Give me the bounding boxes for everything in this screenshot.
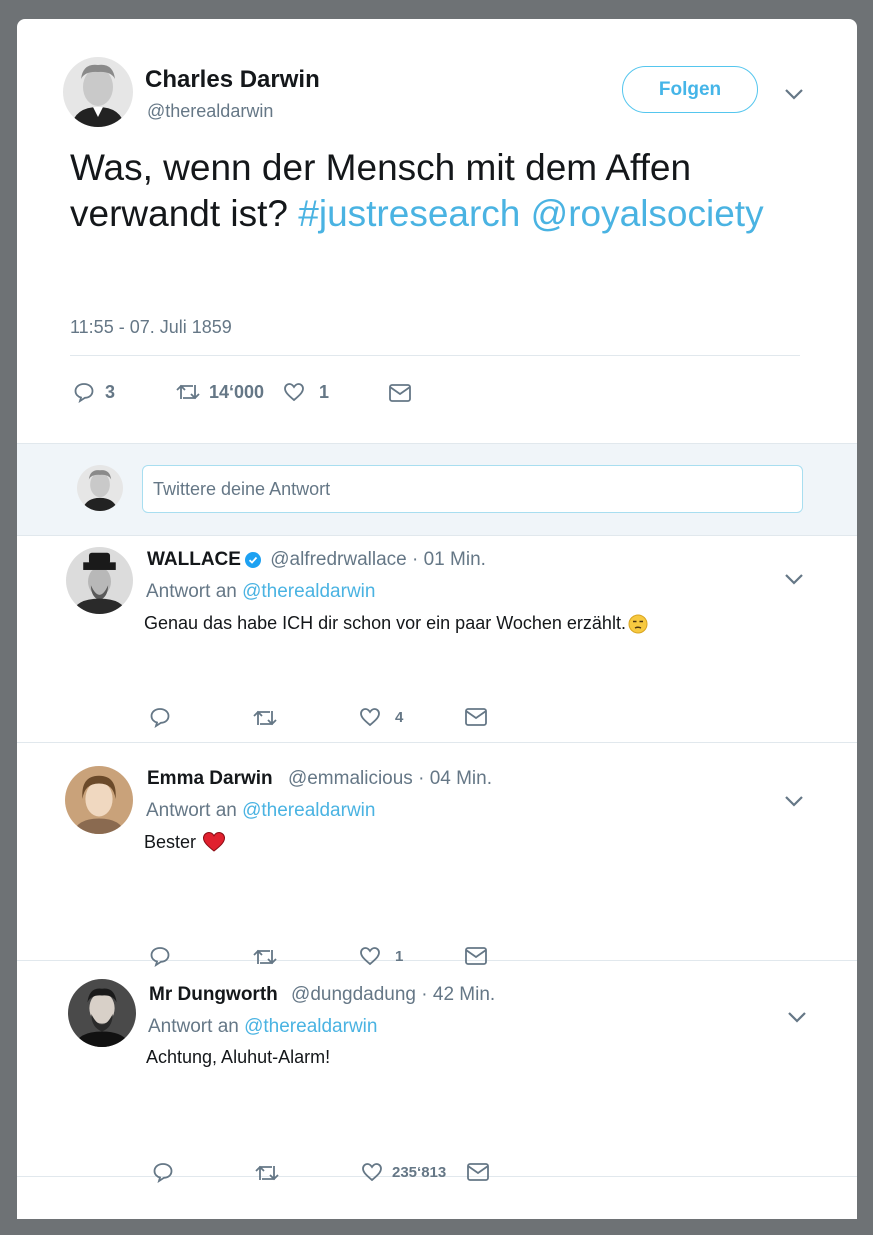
chevron-down-icon[interactable]: [786, 1010, 808, 1024]
message-action[interactable]: [464, 707, 488, 727]
reply-to-line: Antwort an @therealdarwin: [146, 581, 375, 603]
reply-action[interactable]: [149, 706, 171, 728]
author-name[interactable]: Charles Darwin: [145, 66, 320, 94]
chevron-down-icon[interactable]: [783, 87, 805, 101]
reply-input[interactable]: Twittere deine Antwort: [142, 465, 803, 513]
author-avatar[interactable]: [63, 57, 133, 127]
reply-text: Bester: [144, 831, 226, 853]
reply-text: Achtung, Aluhut-Alarm!: [146, 1047, 330, 1068]
verified-badge-icon: [244, 551, 261, 568]
reply-composer: Twittere deine Antwort: [17, 443, 857, 536]
reply-to-label: Antwort an: [148, 1016, 239, 1037]
reply-header: Emma Darwin @emmalicious · 04 Min.: [147, 768, 492, 790]
tweet-card: Charles Darwin @therealdarwin Folgen Was…: [17, 19, 857, 1219]
reply-count: 3: [105, 381, 116, 402]
retweet-icon: [253, 710, 277, 726]
reply-to-line: Antwort an @therealdarwin: [148, 1016, 377, 1038]
reply-icon: [150, 708, 170, 728]
retweet-action[interactable]: [252, 707, 278, 729]
reply-author-name[interactable]: Emma Darwin: [147, 768, 273, 789]
like-action[interactable]: 1: [283, 381, 329, 403]
retweet-icon: [176, 384, 200, 400]
message-action[interactable]: [388, 383, 412, 403]
like-action[interactable]: 235‘813: [361, 1161, 446, 1183]
reply-author-name[interactable]: Mr Dungworth: [149, 984, 278, 1005]
heart-icon: [360, 708, 380, 727]
reply-to-label: Antwort an: [146, 581, 237, 602]
reply-icon: [153, 1163, 173, 1183]
reply-to-mention[interactable]: @therealdarwin: [244, 1016, 377, 1037]
mention-link[interactable]: @royalsociety: [531, 193, 764, 234]
reply-avatar[interactable]: [65, 766, 133, 834]
reply-author-handle[interactable]: @alfredrwallace · 01 Min.: [270, 549, 486, 570]
reply-to-mention[interactable]: @therealdarwin: [242, 800, 375, 821]
mail-icon: [467, 1163, 489, 1181]
reply-to-mention[interactable]: @therealdarwin: [242, 581, 375, 602]
like-count: 235‘813: [392, 1163, 447, 1181]
reply-avatar[interactable]: [68, 979, 136, 1047]
reply-action[interactable]: [152, 1161, 174, 1183]
retweet-action[interactable]: [254, 1162, 280, 1184]
red-heart-icon: [203, 831, 226, 852]
reply-text-content: Achtung, Aluhut-Alarm!: [146, 1047, 331, 1067]
reply-header: WALLACE @alfredrwallace · 01 Min.: [147, 549, 486, 571]
chevron-down-icon[interactable]: [783, 572, 805, 586]
author-handle[interactable]: @therealdarwin: [147, 101, 273, 122]
message-action[interactable]: [466, 1162, 490, 1182]
reply-author-handle[interactable]: @dungdadung · 42 Min.: [291, 984, 495, 1005]
reply-action[interactable]: 3: [73, 381, 115, 403]
like-action[interactable]: 4: [359, 706, 403, 728]
tweet-text: Was, wenn der Mensch mit dem Affen verwa…: [70, 145, 790, 237]
heart-icon: [362, 1163, 382, 1182]
reply-tweet: Mr Dungworth @dungdadung · 42 Min. Antwo…: [17, 960, 857, 1183]
heart-icon: [284, 383, 304, 402]
tweet-timestamp[interactable]: 11:55 - 07. Juli 1859: [70, 317, 232, 338]
mail-icon: [465, 708, 487, 726]
retweet-count: 14‘000: [209, 381, 265, 402]
follow-button[interactable]: Folgen: [622, 66, 758, 113]
hashtag-link[interactable]: #justresearch: [298, 193, 520, 234]
reply-header: Mr Dungworth @dungdadung · 42 Min.: [149, 984, 495, 1006]
divider: [70, 355, 800, 356]
chevron-down-icon[interactable]: [783, 794, 805, 808]
reply-text-content: Bester: [144, 831, 197, 852]
reply-avatar[interactable]: [66, 547, 133, 614]
reply-author-handle[interactable]: @emmalicious · 04 Min.: [288, 768, 492, 789]
like-count: 1: [319, 381, 330, 402]
unamused-face-icon: [628, 614, 648, 633]
user-avatar: [77, 465, 123, 511]
reply-text-content: Genau das habe ICH dir schon vor ein paa…: [144, 613, 626, 633]
like-count: 4: [395, 708, 404, 726]
reply-to-label: Antwort an: [146, 800, 237, 821]
reply-text: Genau das habe ICH dir schon vor ein paa…: [144, 613, 648, 634]
reply-tweet: Emma Darwin @emmalicious · 04 Min. Antwo…: [17, 742, 857, 967]
retweet-action[interactable]: 14‘000: [175, 381, 264, 403]
mail-icon: [389, 384, 411, 402]
reply-to-line: Antwort an @therealdarwin: [146, 800, 375, 822]
reply-icon: [74, 383, 94, 403]
reply-tweet: WALLACE @alfredrwallace · 01 Min. Antwor…: [17, 534, 857, 743]
reply-author-name[interactable]: WALLACE: [147, 549, 241, 570]
retweet-icon: [255, 1165, 279, 1181]
